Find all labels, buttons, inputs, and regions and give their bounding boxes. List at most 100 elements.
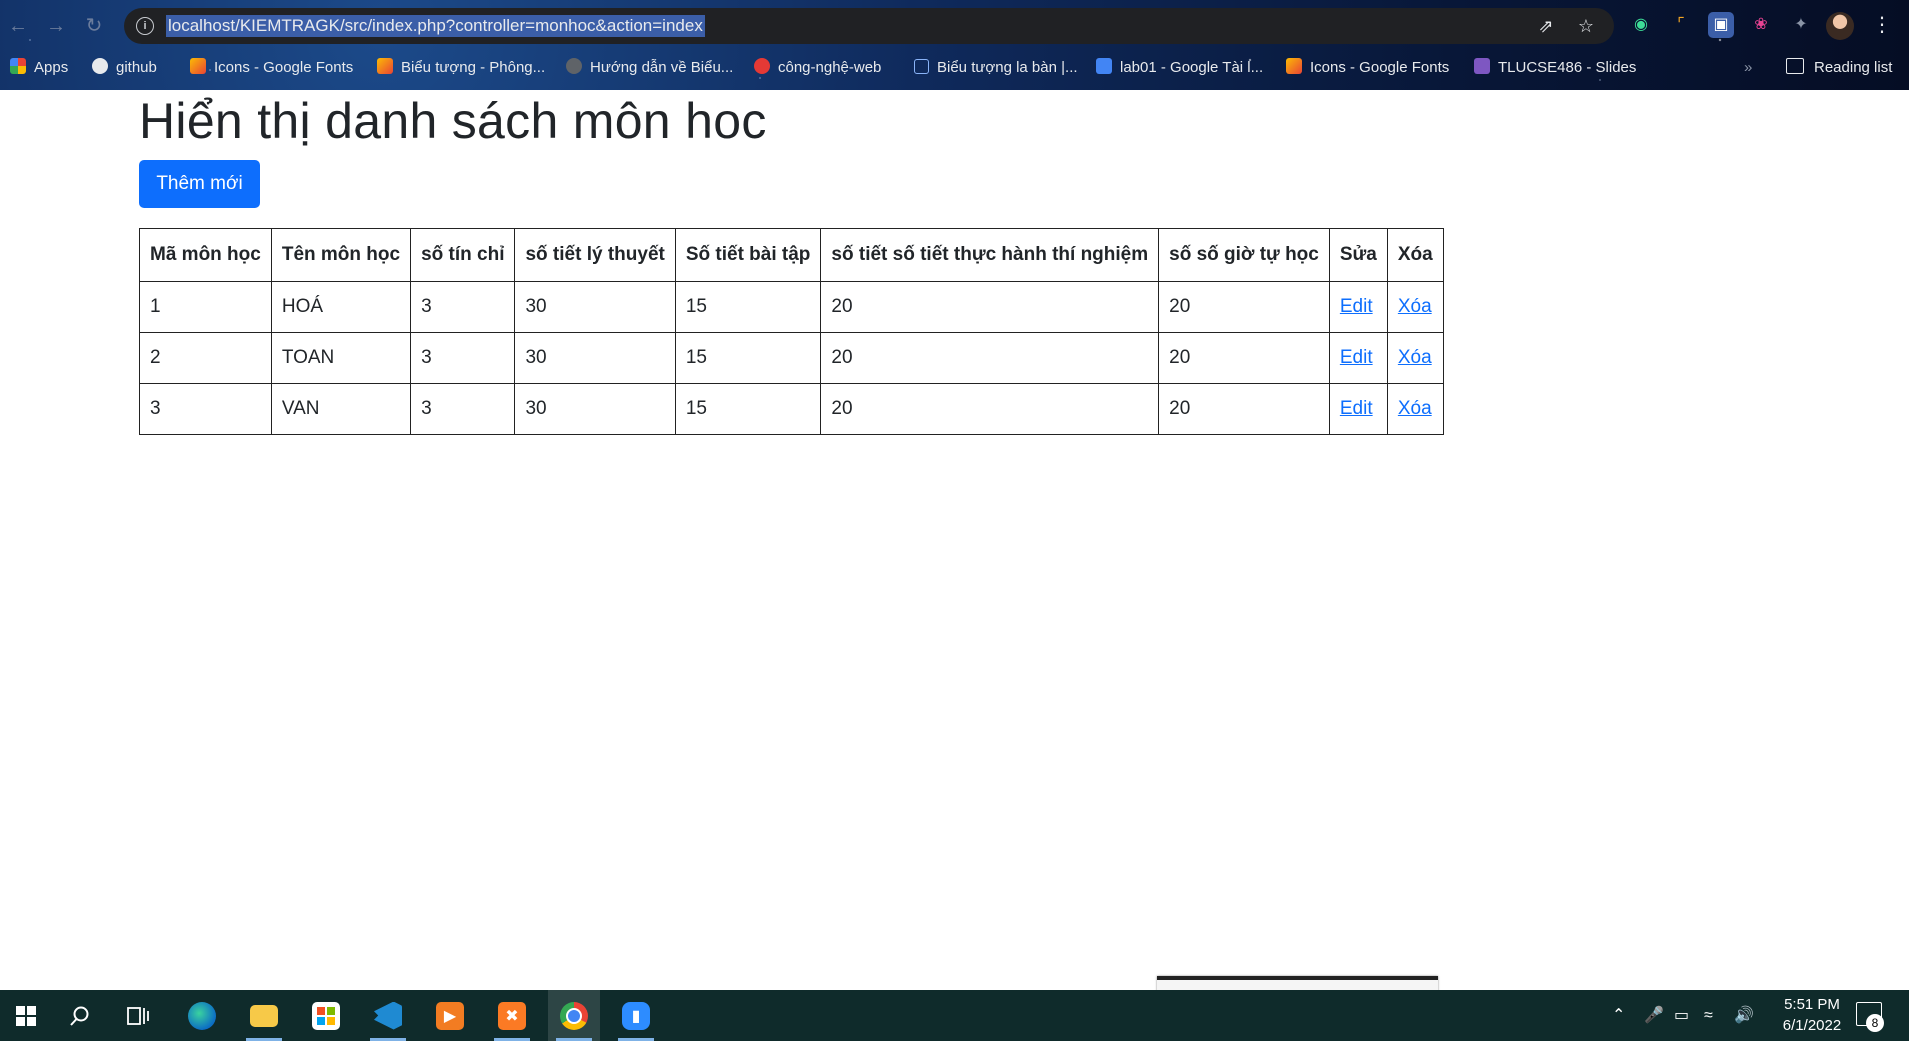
file-explorer-icon	[250, 1004, 278, 1027]
battery-icon[interactable]: ▭	[1674, 990, 1689, 1041]
bookmark-huong-dan[interactable]: Hướng dẫn về Biểu...	[566, 54, 733, 82]
bookmark-icons-google-fonts-2[interactable]: Icons - Google Fonts	[1286, 54, 1449, 82]
wifi-icon[interactable]: ≈	[1704, 990, 1713, 1041]
taskbar-edge[interactable]	[176, 990, 228, 1041]
delete-link[interactable]: Xóa	[1398, 296, 1432, 317]
cell-theory-hours: 30	[514, 383, 676, 435]
taskbar-zoom[interactable]: ▮	[610, 990, 662, 1041]
task-view-icon	[127, 1006, 149, 1025]
header-self-study-hours: số số giờ tự học	[1158, 228, 1330, 282]
header-exercise-hours: Số tiết bài tập	[674, 228, 822, 282]
microphone-icon[interactable]: 🎤	[1644, 990, 1664, 1041]
start-button[interactable]	[0, 990, 52, 1041]
globe-icon	[566, 58, 582, 75]
extensions-puzzle-icon[interactable]: ✦	[1788, 12, 1814, 38]
cell-delete: Xóa	[1386, 332, 1444, 384]
address-bar[interactable]: i localhost/KIEMTRAGK/src/index.php?cont…	[124, 8, 1614, 44]
header-subject-name: Tên môn học	[270, 228, 412, 282]
cell-subject-code: 3	[139, 383, 272, 435]
back-button[interactable]: ←	[4, 12, 32, 40]
taskbar-chrome[interactable]	[548, 990, 600, 1041]
bookmark-bieu-tuong-phong[interactable]: Biểu tượng - Phông...	[377, 54, 545, 82]
extension-color-picker-icon[interactable]: ❀	[1748, 12, 1774, 38]
taskbar-file-explorer[interactable]	[238, 990, 290, 1041]
google-fonts-icon	[377, 58, 393, 75]
header-subject-code: Mã môn học	[139, 228, 272, 282]
header-edit: Sửa	[1328, 228, 1388, 282]
site-info-icon[interactable]: i	[136, 17, 154, 35]
cell-edit: Edit	[1328, 332, 1388, 384]
edit-link[interactable]: Edit	[1340, 398, 1373, 419]
cell-exercise-hours: 15	[674, 281, 822, 333]
table-row: 2 TOAN 3 30 15 20 20 Edit Xóa	[139, 332, 1444, 384]
bookmark-github[interactable]: github	[92, 54, 157, 82]
cell-self-study-hours: 20	[1158, 281, 1330, 333]
delete-link[interactable]: Xóa	[1398, 398, 1432, 419]
google-docs-icon	[1096, 58, 1112, 75]
url-text[interactable]: localhost/KIEMTRAGK/src/index.php?contro…	[166, 15, 705, 37]
cell-credits: 3	[410, 383, 516, 435]
notification-count-badge: 8	[1866, 1014, 1884, 1032]
classroom-icon	[1474, 58, 1490, 75]
header-lab-hours: số tiết số tiết thực hành thí nghiệm	[820, 228, 1160, 282]
extension-grammarly-icon[interactable]: ◉	[1628, 12, 1654, 38]
add-new-button[interactable]: Thêm mới	[139, 160, 260, 208]
table-header-row: Mã môn học Tên môn học số tín chỉ số tiế…	[139, 228, 1444, 282]
bookmark-apps[interactable]: Apps	[10, 54, 68, 82]
browser-chrome: ← → ↻ i localhost/KIEMTRAGK/src/index.ph…	[0, 0, 1909, 90]
cell-theory-hours: 30	[514, 332, 676, 384]
cell-subject-name: HOÁ	[270, 281, 412, 333]
taskbar-media-player[interactable]: ▶	[424, 990, 476, 1041]
cell-lab-hours: 20	[820, 332, 1160, 384]
more-bookmarks-icon[interactable]: »	[1744, 54, 1752, 82]
web-app-icon	[754, 58, 770, 75]
bookmark-bieu-tuong-la-ban[interactable]: Biểu tượng la bàn |...	[914, 54, 1078, 82]
apps-grid-icon	[10, 58, 26, 75]
bookmarks-bar: Apps github Icons - Google Fonts Biểu tư…	[0, 54, 1909, 82]
bookmark-icons-google-fonts[interactable]: Icons - Google Fonts	[190, 54, 353, 82]
xampp-icon: ✖	[498, 1001, 526, 1030]
github-icon	[92, 58, 108, 75]
cell-lab-hours: 20	[820, 281, 1160, 333]
volume-icon[interactable]: 🔊	[1734, 990, 1754, 1041]
google-fonts-icon	[190, 58, 206, 75]
cell-self-study-hours: 20	[1158, 332, 1330, 384]
edit-link[interactable]: Edit	[1340, 347, 1373, 368]
cell-self-study-hours: 20	[1158, 383, 1330, 435]
bookmark-lab01[interactable]: lab01 - Google Tài l...	[1096, 54, 1263, 82]
vscode-icon	[374, 1001, 402, 1030]
taskbar-vscode[interactable]	[362, 990, 414, 1041]
edge-icon	[188, 1001, 216, 1030]
profile-avatar[interactable]	[1826, 12, 1854, 40]
task-view-button[interactable]	[112, 990, 164, 1041]
extension-window-icon[interactable]: ▣	[1708, 12, 1734, 38]
chevron-up-icon: ⌃	[1612, 1007, 1626, 1024]
table-row: 1 HOÁ 3 30 15 20 20 Edit Xóa	[139, 281, 1444, 333]
google-fonts-icon	[1286, 58, 1302, 75]
reload-button[interactable]: ↻	[80, 12, 108, 40]
browser-menu-icon[interactable]: ⋮	[1872, 12, 1892, 37]
header-credits: số tín chỉ	[410, 228, 516, 282]
show-hidden-icons-button[interactable]: ⌃	[1612, 990, 1625, 1041]
arrow-right-icon: →	[46, 15, 66, 37]
taskbar-xampp[interactable]: ✖	[486, 990, 538, 1041]
header-theory-hours: số tiết lý thuyết	[514, 228, 676, 282]
delete-link[interactable]: Xóa	[1398, 347, 1432, 368]
extension-crop-icon[interactable]: ⌜	[1668, 12, 1694, 38]
system-clock[interactable]: 5:51 PM 6/1/2022	[1762, 994, 1862, 1036]
reading-list-button[interactable]: Reading list	[1786, 54, 1892, 82]
edit-link[interactable]: Edit	[1340, 296, 1373, 317]
cell-theory-hours: 30	[514, 281, 676, 333]
forward-button[interactable]: →	[42, 12, 70, 40]
bookmark-tlucse486-slides[interactable]: TLUCSE486 - Slides	[1474, 54, 1636, 82]
cell-edit: Edit	[1328, 383, 1388, 435]
zoom-icon: ▮	[622, 1001, 650, 1030]
share-icon[interactable]: ⇗	[1534, 14, 1558, 38]
cell-subject-name: TOAN	[270, 332, 412, 384]
bookmark-star-icon[interactable]: ☆	[1574, 14, 1598, 38]
taskbar-store[interactable]	[300, 990, 352, 1041]
search-button[interactable]	[54, 990, 106, 1041]
bookmark-cong-nghe-web[interactable]: công-nghệ-web	[754, 54, 881, 82]
clock-date: 6/1/2022	[1782, 1017, 1842, 1034]
cell-delete: Xóa	[1386, 281, 1444, 333]
